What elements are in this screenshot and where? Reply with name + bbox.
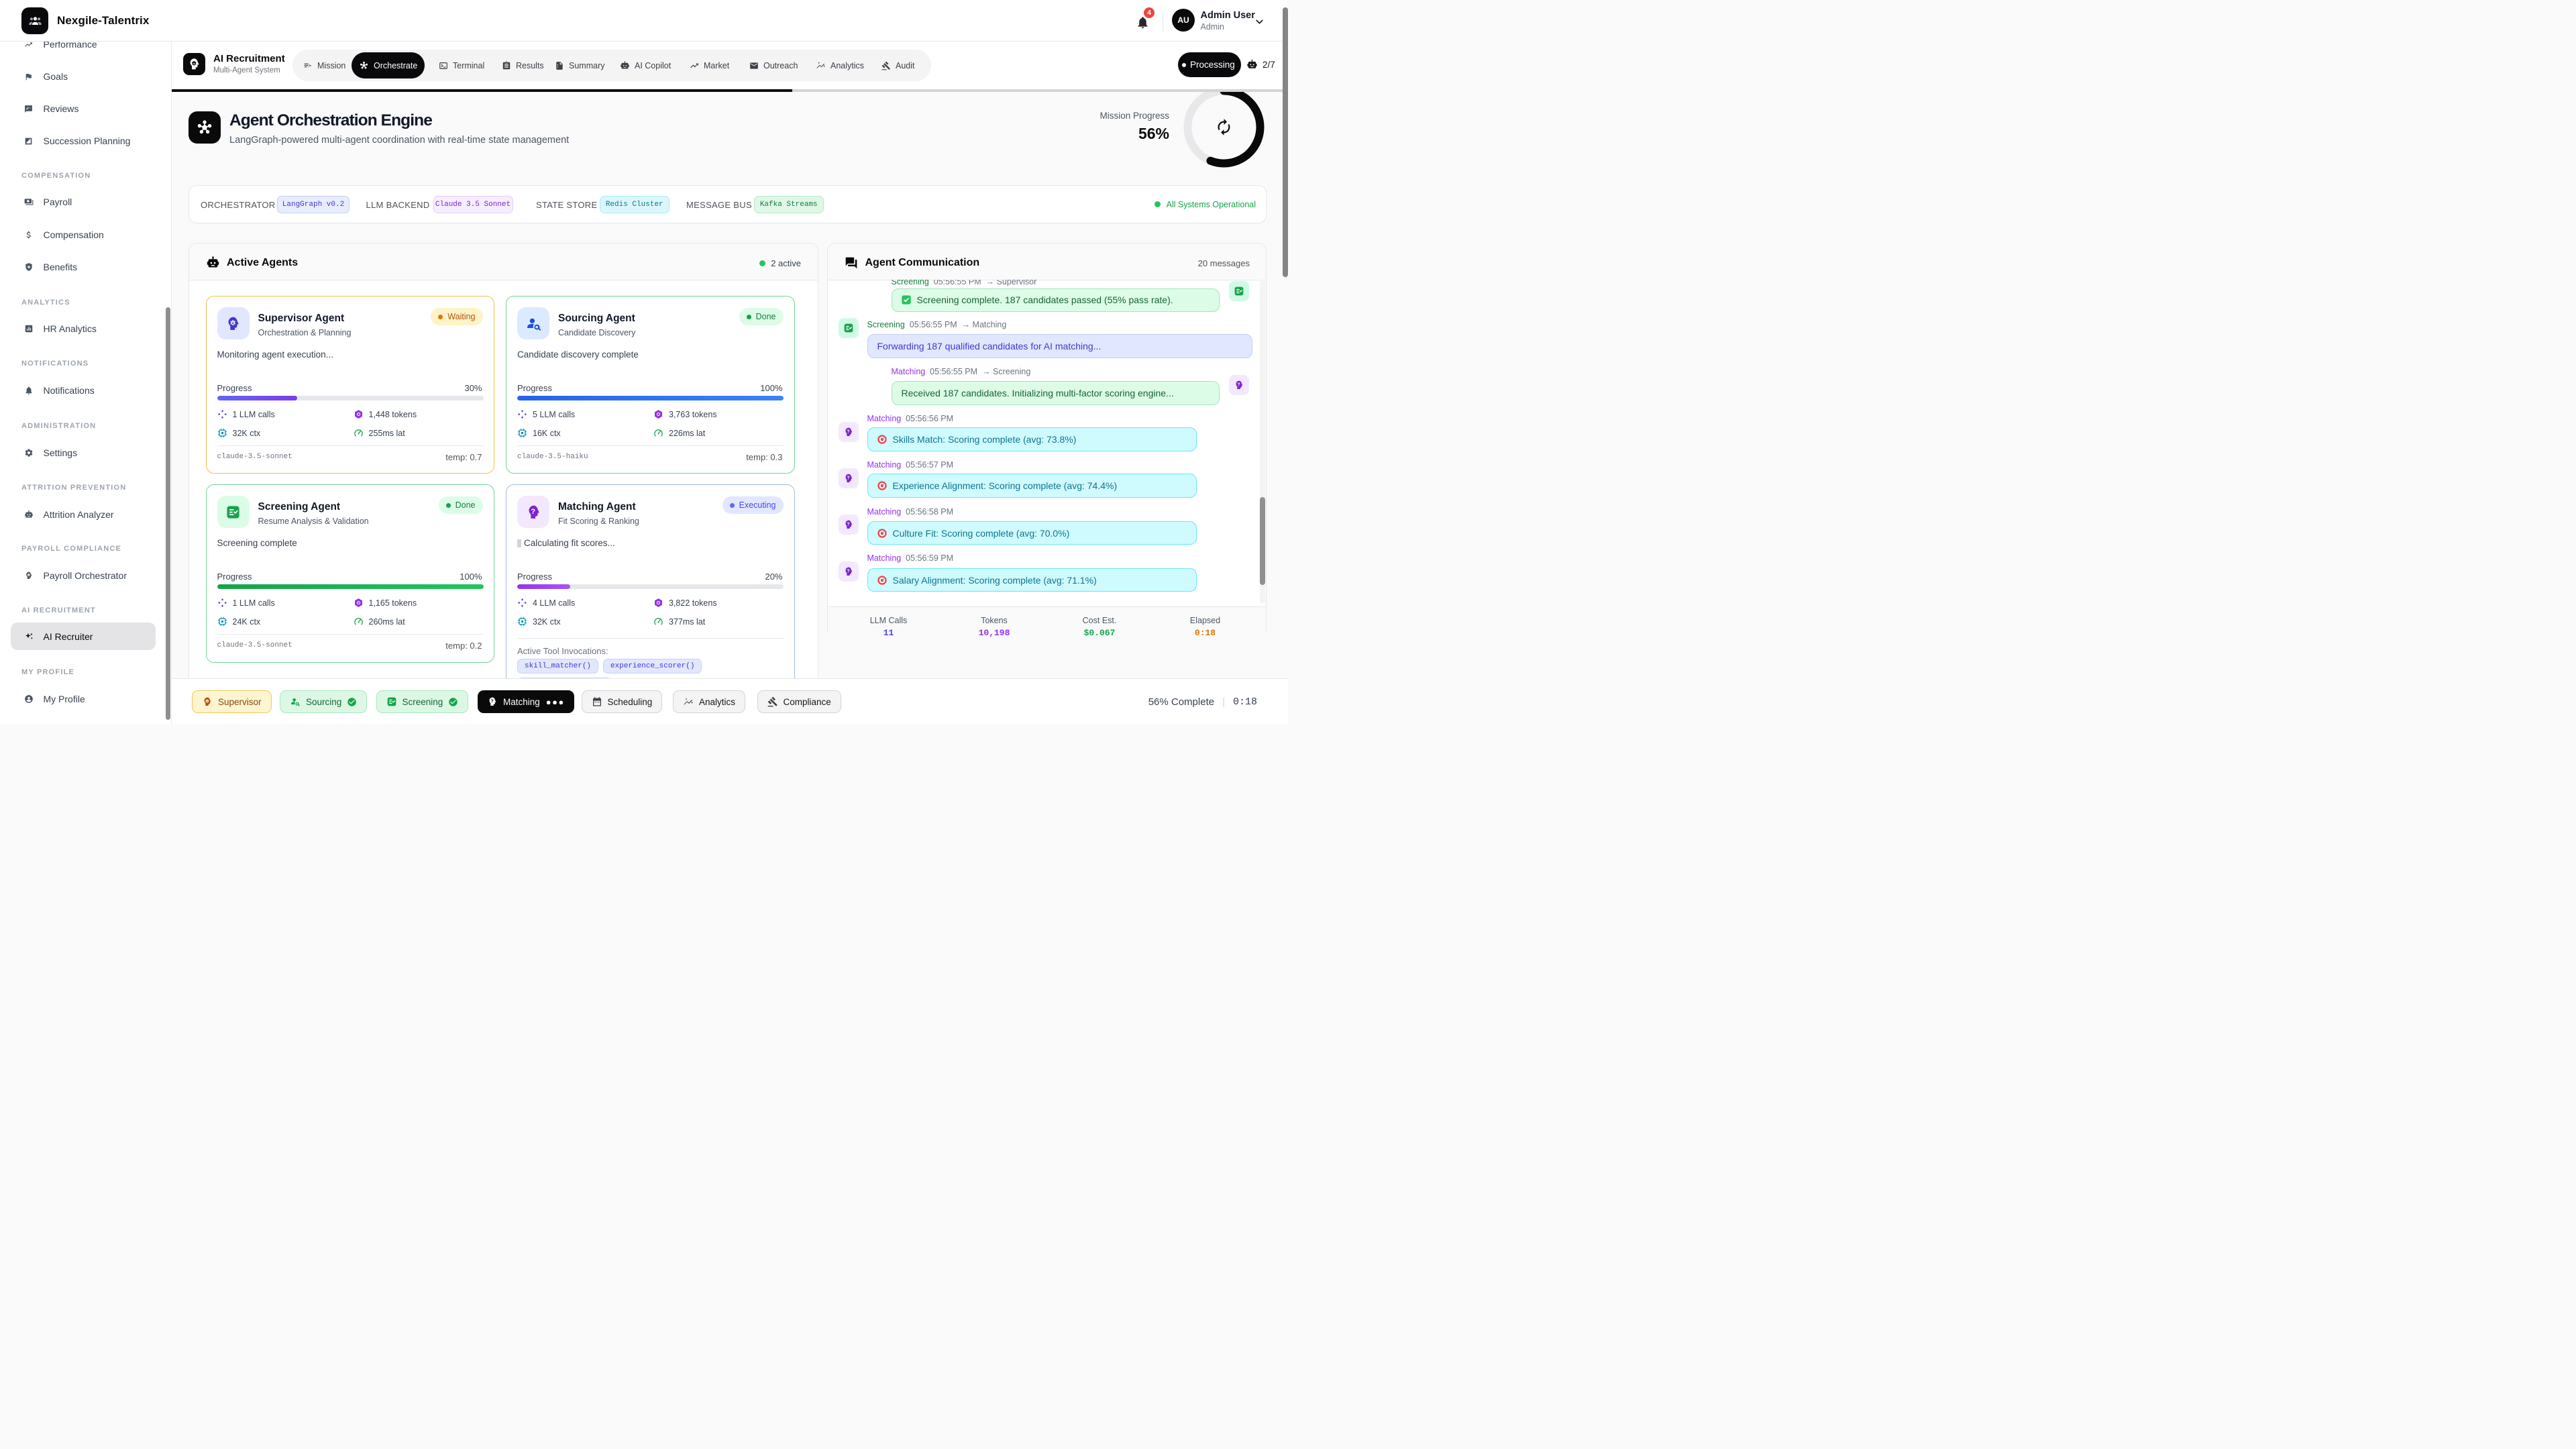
svg-text:?: ? xyxy=(847,429,849,434)
svg-text:?: ? xyxy=(1237,382,1240,387)
svg-text:?: ? xyxy=(531,508,535,516)
svg-text:?: ? xyxy=(847,476,849,481)
svg-text:?: ? xyxy=(847,523,849,527)
svg-text:?: ? xyxy=(490,700,493,704)
svg-text:?: ? xyxy=(847,570,849,574)
